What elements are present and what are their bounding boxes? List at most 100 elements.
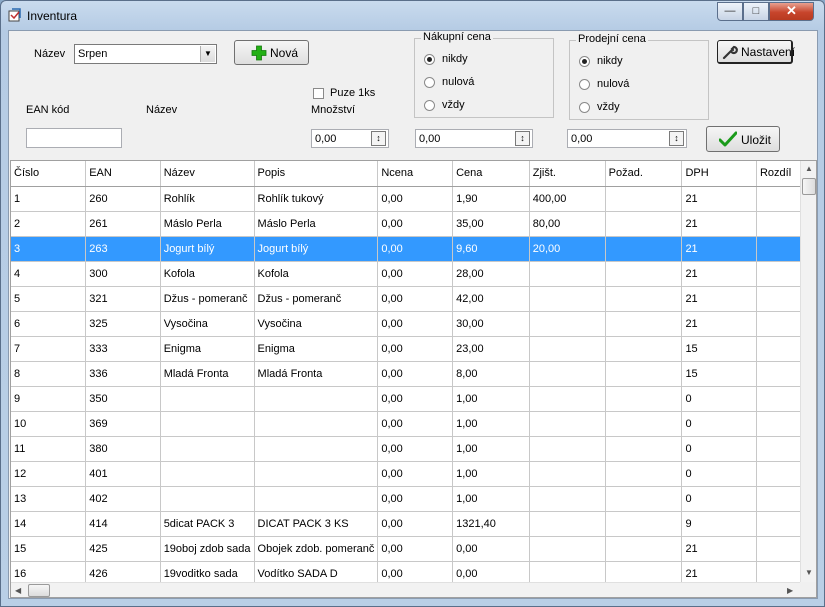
table-row[interactable]: 11 380 0,00 1,00 0 [11,436,816,462]
table-row[interactable]: 9 350 0,00 1,00 0 [11,386,816,412]
table-row[interactable]: 13 402 0,00 1,00 0 [11,486,816,512]
table-cell[interactable]: 5 [11,286,87,312]
table-cell[interactable] [605,436,683,462]
title-bar[interactable]: Inventura — □ ✕ [1,1,824,29]
vertical-scrollbar[interactable]: ▲ ▼ [800,161,816,582]
table-cell[interactable]: 400,00 [529,186,606,212]
table-row[interactable]: 14 414 5dicat PACK 3 DICAT PACK 3 KS 0,00 13… [11,511,816,537]
nakupni-spinner[interactable]: 0,00 ↕ [415,129,533,148]
table-cell[interactable]: 1,00 [452,486,530,512]
table-cell[interactable]: 13 [11,486,87,512]
column-header[interactable]: Zjišt. [529,161,606,187]
table-cell[interactable]: 0,00 [377,511,454,537]
table-cell[interactable] [529,536,606,562]
table-cell[interactable]: 0 [681,436,757,462]
table-cell[interactable] [529,261,606,287]
table-cell[interactable]: 1,00 [452,386,530,412]
table-cell[interactable] [529,436,606,462]
table-cell[interactable]: 300 [85,261,161,287]
table-cell[interactable]: 1,00 [452,411,530,437]
table-cell[interactable]: 0 [681,486,757,512]
table-cell[interactable]: 333 [85,336,161,362]
table-cell[interactable]: Džus - pomeranč [254,286,379,312]
table-cell[interactable] [605,536,683,562]
table-cell[interactable]: 1321,40 [452,511,530,537]
table-cell[interactable]: 10 [11,411,87,437]
vertical-scroll-thumb[interactable] [802,178,816,195]
table-cell[interactable]: 425 [85,536,161,562]
table-cell[interactable]: 14 [11,511,87,537]
horizontal-scrollbar[interactable]: ◀ ▶ [11,582,800,597]
table-cell[interactable] [529,361,606,387]
table-cell[interactable]: 0,00 [377,211,454,237]
nastaveni-button[interactable]: Nastavení [717,40,795,64]
table-cell[interactable] [605,411,683,437]
horizontal-scroll-thumb[interactable] [28,584,50,597]
column-header[interactable]: Ncena [377,161,454,187]
table-cell[interactable] [160,436,255,462]
scroll-down-icon[interactable]: ▼ [805,568,813,577]
table-cell[interactable]: 0,00 [377,286,454,312]
table-cell[interactable]: 0,00 [377,186,454,212]
table-cell[interactable]: 1,00 [452,461,530,487]
table-cell[interactable]: 11 [11,436,87,462]
table-row[interactable]: 4 300 Kofola Kofola 0,00 28,00 21 [11,261,816,287]
table-cell[interactable]: Džus - pomeranč [160,286,255,312]
table-cell[interactable] [160,461,255,487]
table-cell[interactable]: 260 [85,186,161,212]
table-cell[interactable]: 21 [681,536,757,562]
table-cell[interactable]: 0,00 [377,461,454,487]
table-cell[interactable]: 15 [681,336,757,362]
scroll-left-icon[interactable]: ◀ [15,586,21,595]
close-button[interactable]: ✕ [769,2,814,21]
table-cell[interactable]: 0,00 [377,436,454,462]
table-cell[interactable]: 0 [681,461,757,487]
table-cell[interactable]: 369 [85,411,161,437]
table-cell[interactable]: 261 [85,211,161,237]
table-cell[interactable]: 21 [681,186,757,212]
scroll-right-icon[interactable]: ▶ [787,586,793,595]
table-cell[interactable]: Kofola [160,261,255,287]
table-cell[interactable]: 0,00 [377,536,454,562]
table-cell[interactable]: 20,00 [529,236,606,262]
table-cell[interactable]: 30,00 [452,311,530,337]
table-cell[interactable] [160,411,255,437]
table-cell[interactable]: 21 [681,286,757,312]
ulozit-button[interactable]: Uložit [706,126,780,152]
table-cell[interactable]: 8 [11,361,87,387]
table-cell[interactable] [254,486,379,512]
table-cell[interactable]: 19oboj zdob sada [160,536,255,562]
table-cell[interactable]: 0,00 [377,236,454,262]
table-cell[interactable] [529,286,606,312]
table-cell[interactable]: Enigma [160,336,255,362]
table-cell[interactable]: 21 [681,261,757,287]
table-cell[interactable] [605,361,683,387]
table-cell[interactable]: 0 [681,386,757,412]
table-cell[interactable] [529,311,606,337]
table-cell[interactable]: Kofola [254,261,379,287]
table-cell[interactable] [254,461,379,487]
table-cell[interactable]: 1,90 [452,186,530,212]
table-cell[interactable]: Mladá Fronta [254,361,379,387]
table-cell[interactable] [529,411,606,437]
table-cell[interactable]: 9 [681,511,757,537]
column-header[interactable]: Cena [452,161,530,187]
table-cell[interactable] [605,236,683,262]
minimize-button[interactable]: — [717,2,743,21]
table-row[interactable]: 1 260 Rohlík Rohlík tukový 0,00 1,90 400,00 21 [11,186,816,212]
table-cell[interactable] [605,511,683,537]
table-cell[interactable]: 336 [85,361,161,387]
nazev-combobox[interactable]: Srpen ▼ [74,44,217,64]
table-cell[interactable]: 0,00 [452,536,530,562]
table-cell[interactable]: 321 [85,286,161,312]
table-cell[interactable] [529,461,606,487]
table-cell[interactable]: Máslo Perla [160,211,255,237]
table-cell[interactable]: Rohlík tukový [254,186,379,212]
table-row[interactable]: 5 321 Džus - pomeranč Džus - pomeranč 0,00 42… [11,286,816,312]
table-cell[interactable]: Mladá Fronta [160,361,255,387]
column-header[interactable]: Číslo [11,161,87,187]
table-cell[interactable]: 21 [681,211,757,237]
table-cell[interactable]: Máslo Perla [254,211,379,237]
table-cell[interactable]: 2 [11,211,87,237]
table-row[interactable]: 7 333 Enigma Enigma 0,00 23,00 15 [11,336,816,362]
